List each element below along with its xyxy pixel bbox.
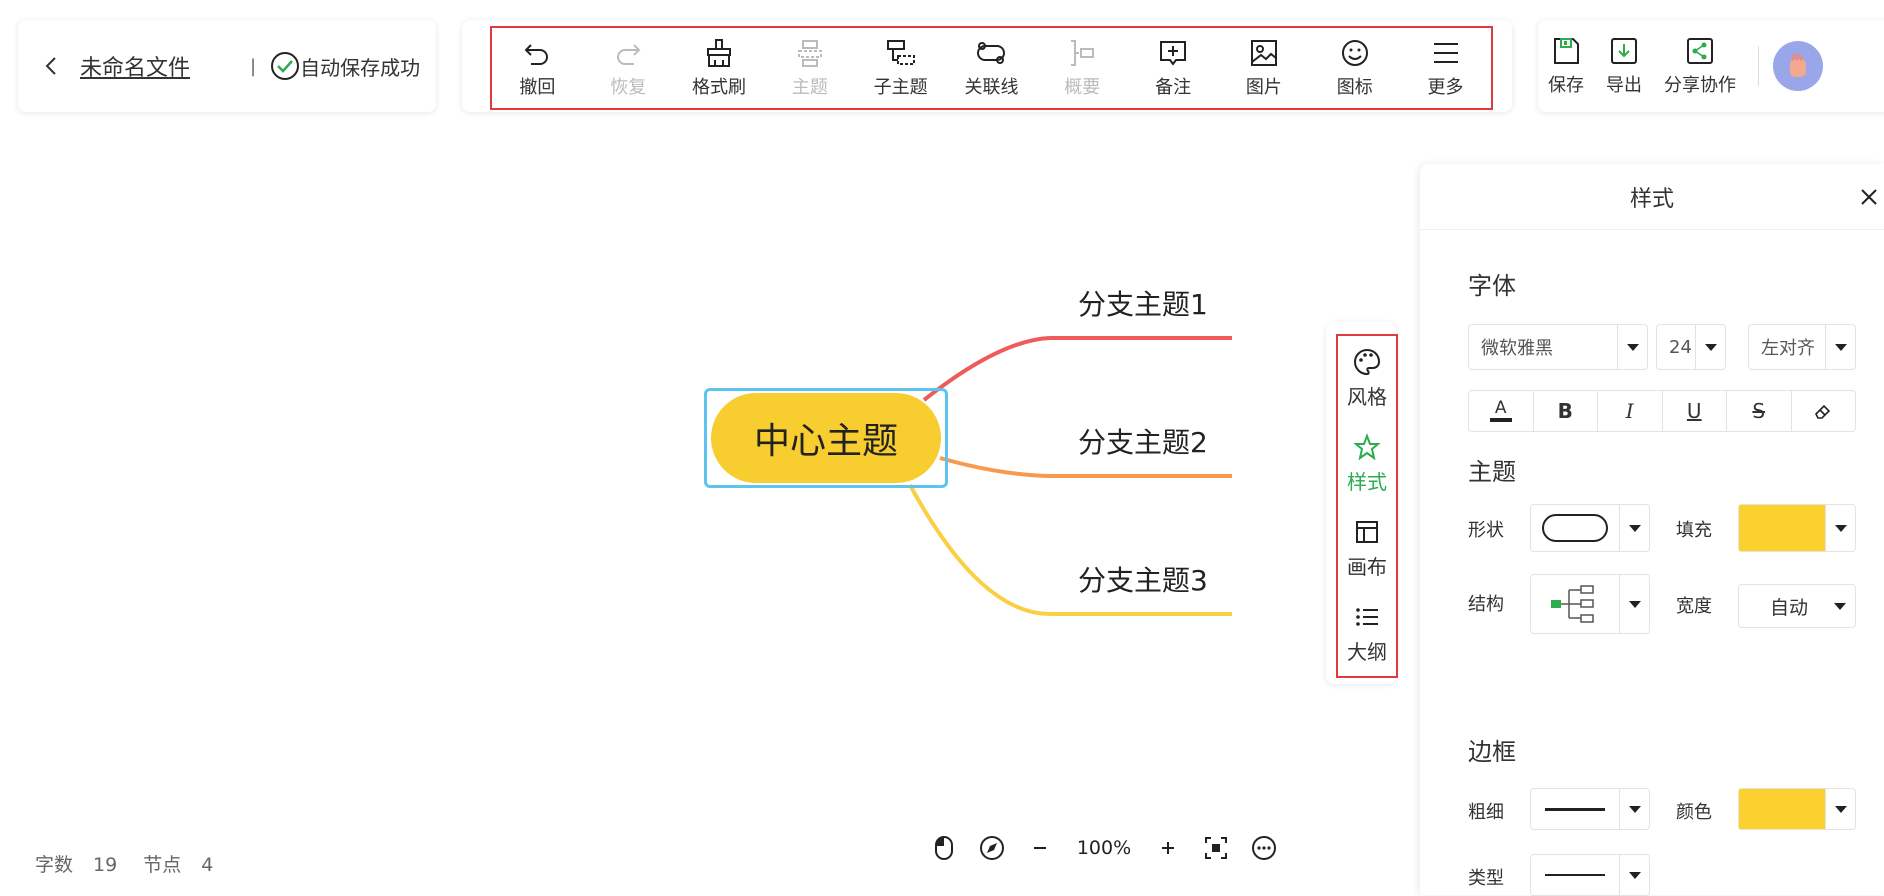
chevron-down-icon	[1695, 325, 1725, 369]
underline-button[interactable]: U	[1663, 391, 1727, 431]
thickness-select[interactable]	[1530, 788, 1650, 830]
chevron-down-icon	[1825, 325, 1855, 369]
style-star-icon	[1353, 433, 1381, 461]
width-label: 宽度	[1676, 596, 1712, 617]
mouse-mode-button[interactable]	[920, 830, 968, 866]
font-size-select[interactable]: 24	[1656, 324, 1726, 370]
font-section-title: 字体	[1468, 272, 1516, 300]
text-format-bar: A B I U S	[1468, 390, 1856, 432]
structure-select[interactable]	[1530, 574, 1650, 634]
line-type-label: 类型	[1468, 868, 1504, 889]
tab-canvas[interactable]: 画布	[1338, 506, 1396, 591]
tab-canvas-label: 画布	[1347, 555, 1387, 579]
status-bar: 字数 19 节点 4	[35, 850, 233, 877]
line-type-preview	[1531, 874, 1619, 876]
tab-outline[interactable]: 大纲	[1338, 591, 1396, 676]
structure-label: 结构	[1468, 594, 1504, 615]
chevron-down-icon	[1825, 505, 1855, 551]
bold-button[interactable]: B	[1534, 391, 1598, 431]
style-panel-header: 样式	[1420, 164, 1884, 230]
fill-label: 填充	[1676, 520, 1712, 541]
font-color-button[interactable]: A	[1469, 391, 1534, 431]
chevron-down-icon	[1619, 789, 1649, 829]
chevron-down-icon	[1619, 575, 1649, 633]
branch-topic-3[interactable]: 分支主题3	[1078, 559, 1208, 599]
shape-select[interactable]	[1530, 504, 1650, 552]
shape-preview	[1531, 514, 1619, 542]
tab-style[interactable]: 样式	[1338, 421, 1396, 506]
minus-icon	[1034, 847, 1046, 849]
shape-label: 形状	[1468, 520, 1504, 541]
border-section-title: 边框	[1468, 738, 1516, 766]
navigation-icon	[980, 836, 1004, 860]
strikethrough-button[interactable]: S	[1727, 391, 1792, 431]
tab-outline-label: 大纲	[1347, 640, 1387, 664]
thickness-preview	[1531, 807, 1619, 811]
branch-topic-1[interactable]: 分支主题1	[1078, 283, 1208, 323]
structure-preview	[1531, 582, 1619, 626]
zoom-level: 100%	[1076, 837, 1132, 859]
font-family-value: 微软雅黑	[1481, 338, 1553, 359]
palette-icon	[1354, 348, 1381, 376]
border-color-select[interactable]	[1738, 788, 1856, 830]
side-tab-strip: 风格 样式 画布 大纲	[1336, 334, 1398, 678]
mouse-icon	[935, 836, 953, 860]
font-size-value: 24	[1669, 336, 1692, 358]
zoom-toolbar: 100%	[920, 830, 1288, 866]
chevron-down-icon	[1617, 325, 1647, 369]
more-dots-icon	[1252, 836, 1276, 860]
canvas-layout-icon	[1356, 521, 1378, 543]
eraser-icon	[1815, 404, 1831, 419]
topic-section-title: 主题	[1468, 458, 1516, 486]
locate-button[interactable]	[968, 830, 1016, 866]
fill-color-select[interactable]	[1738, 504, 1856, 552]
node-count-label: 节点	[143, 854, 182, 876]
style-panel-title: 样式	[1629, 186, 1674, 212]
align-select[interactable]: 左对齐	[1748, 324, 1856, 370]
chevron-down-icon	[1825, 789, 1855, 829]
chevron-down-icon	[1619, 505, 1649, 551]
fill-color-swatch	[1739, 505, 1825, 551]
border-color-label: 颜色	[1676, 802, 1712, 823]
tree-structure-icon	[1551, 585, 1594, 623]
word-count-value: 19	[93, 854, 118, 876]
branch-topic-2[interactable]: 分支主题2	[1078, 421, 1208, 461]
close-icon[interactable]	[1854, 182, 1884, 212]
border-color-swatch	[1739, 789, 1825, 829]
chevron-down-icon	[1825, 585, 1855, 627]
tab-theme-style[interactable]: 风格	[1338, 336, 1396, 421]
plus-icon	[1162, 842, 1174, 854]
fit-screen-button[interactable]	[1192, 830, 1240, 866]
chevron-down-icon	[1619, 855, 1649, 895]
tab-style-label: 样式	[1347, 470, 1387, 494]
fit-screen-icon	[1205, 837, 1227, 859]
align-value: 左对齐	[1761, 338, 1815, 359]
style-panel: 样式 字体 微软雅黑 24 左对齐 A B I U S 主题 形状 填充 结构 …	[1420, 164, 1884, 896]
width-select[interactable]: 自动	[1738, 584, 1856, 628]
more-options-button[interactable]	[1240, 830, 1288, 866]
node-count-value: 4	[201, 854, 214, 876]
zoom-out-button[interactable]	[1016, 830, 1064, 866]
center-topic-node[interactable]: 中心主题	[711, 393, 941, 483]
line-type-select[interactable]	[1530, 854, 1650, 896]
outline-list-icon	[1356, 608, 1378, 626]
thickness-label: 粗细	[1468, 802, 1504, 823]
tab-theme-style-label: 风格	[1347, 385, 1387, 409]
word-count-label: 字数	[35, 854, 74, 876]
italic-button[interactable]: I	[1598, 391, 1663, 431]
clear-format-button[interactable]	[1792, 391, 1856, 431]
zoom-in-button[interactable]	[1144, 830, 1192, 866]
font-family-select[interactable]: 微软雅黑	[1468, 324, 1648, 370]
branch-line-1	[922, 336, 1232, 402]
font-color-icon: A	[1489, 400, 1512, 422]
width-value: 自动	[1769, 596, 1808, 619]
